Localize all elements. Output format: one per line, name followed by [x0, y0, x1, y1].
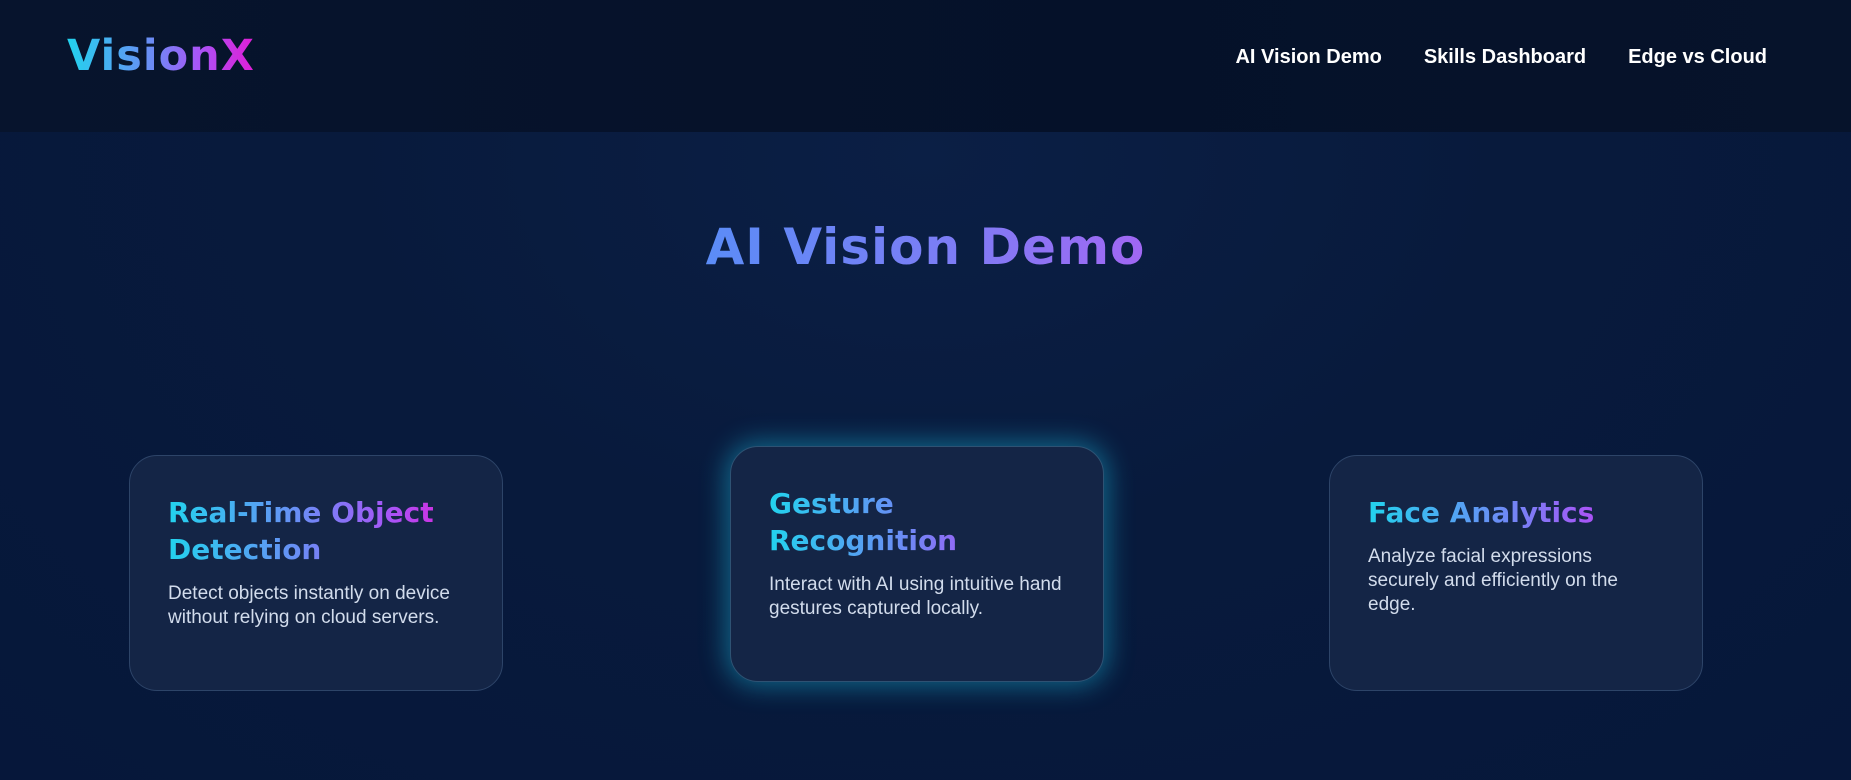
feature-card-gesture-recognition[interactable]: Gesture Recognition Interact with AI usi…: [730, 446, 1104, 682]
page-title-text: AI Vision Demo: [705, 218, 1146, 276]
main-nav: AI Vision Demo Skills Dashboard Edge vs …: [1235, 46, 1767, 69]
feature-card-title: Gesture Recognition: [769, 485, 1065, 559]
feature-card-description: Detect objects instantly on device witho…: [168, 583, 450, 628]
feature-card-object-detection[interactable]: Real-Time Object Detection Detect object…: [129, 455, 503, 691]
logo[interactable]: VisionX: [67, 31, 255, 81]
nav-link-skills-dashboard[interactable]: Skills Dashboard: [1424, 46, 1586, 69]
nav-link-edge-vs-cloud[interactable]: Edge vs Cloud: [1628, 46, 1767, 69]
site-header: VisionX AI Vision Demo Skills Dashboard …: [0, 0, 1851, 132]
page-title: AI Vision Demo: [0, 218, 1851, 276]
feature-card-description: Analyze facial expressions securely and …: [1368, 546, 1618, 615]
feature-card-face-analytics[interactable]: Face Analytics Analyze facial expression…: [1329, 455, 1703, 691]
nav-link-ai-vision-demo[interactable]: AI Vision Demo: [1235, 46, 1381, 69]
page: VisionX AI Vision Demo Skills Dashboard …: [0, 0, 1851, 780]
feature-card-title: Face Analytics: [1368, 494, 1664, 531]
feature-card-title: Real-Time Object Detection: [168, 494, 464, 568]
feature-card-description: Interact with AI using intuitive hand ge…: [769, 574, 1062, 619]
